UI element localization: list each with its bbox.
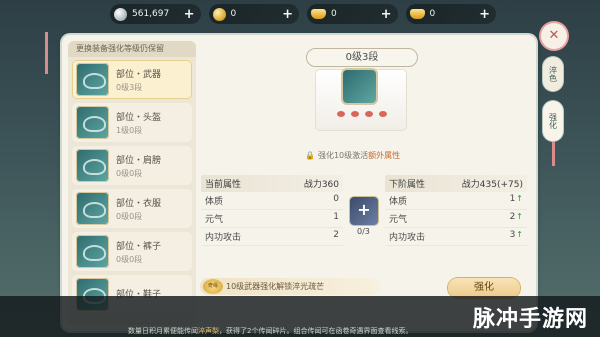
slot-name: 部位・裤子 (116, 241, 162, 252)
attr-label: 体质 (389, 197, 408, 207)
slot-clothes[interactable]: 部位・衣服 0级0段 (72, 189, 192, 228)
pants-icon (76, 235, 109, 268)
level-title: 0级3段 (306, 48, 418, 67)
attr-row: 元气 1 (201, 210, 343, 228)
attr-label: 体质 (205, 197, 224, 207)
attr-power: 战力360 (303, 180, 339, 190)
next-attributes: 下阶属性 战力435(+75) 体质 1↑ 元气 2↑ 内功攻击 3↑ (385, 175, 527, 246)
slot-level: 0级0段 (116, 211, 143, 221)
slot-name: 部位・肩膀 (116, 155, 162, 166)
currency-ingot: 0 + (307, 4, 398, 24)
tip-badge: 奇缘 (203, 279, 223, 294)
close-button[interactable]: ✕ (541, 23, 567, 49)
slot-level: 0级0段 (116, 168, 143, 178)
gem-count: 0/3 (357, 227, 370, 236)
equipment-slot-list: 更换装备强化等级仍保留 部位・武器 0级3段 部位・头盔 1级0段 部位・肩膀 … (68, 41, 196, 325)
slot-shoulder[interactable]: 部位・肩膀 0级0段 (72, 146, 192, 185)
slot-name: 部位・武器 (116, 69, 162, 80)
attr-row: 体质 0 (201, 192, 343, 210)
attr-label: 内功攻击 (389, 233, 426, 243)
currency-ingot-2: 0 + (405, 4, 496, 24)
slot-helmet[interactable]: 部位・头盔 1级0段 (72, 103, 192, 142)
current-attributes: 当前属性 战力360 体质 0 元气 1 内功攻击 2 (201, 175, 343, 246)
slot-name: 部位・头盔 (116, 112, 162, 123)
tab-dye[interactable]: 淬色 (543, 57, 563, 91)
news-ticker: 数量日积月累便能传闻淬声梨，获得了2个传闻碎片。组合传闻可在函卷奇遇界面查看线索… (128, 326, 412, 336)
currency-value: 0 (230, 9, 237, 19)
currency-value: 0 (331, 9, 337, 19)
attr-value: 3 (509, 230, 516, 240)
add-gem-slot[interactable]: + (350, 197, 378, 225)
stage-dot (351, 111, 359, 117)
attr-row: 内功攻击 3↑ (385, 228, 527, 246)
add-currency-button[interactable]: + (282, 7, 293, 22)
slot-pants[interactable]: 部位・裤子 0级0段 (72, 232, 192, 271)
add-currency-button[interactable]: + (184, 7, 195, 22)
up-arrow-icon: ↑ (516, 230, 523, 239)
stage-dots (337, 111, 387, 117)
attr-value: 1 (333, 212, 339, 222)
attr-row: 体质 1↑ (385, 192, 527, 210)
current-attr-header: 当前属性 战力360 (201, 175, 343, 192)
tab-strengthen[interactable]: 强化 (543, 101, 563, 141)
shoulder-icon (76, 149, 109, 182)
attr-row: 元气 2↑ (385, 210, 527, 228)
ticker-text: ，获得了2个传闻碎片。组合传闻可在函卷奇遇界面查看线索。 (219, 327, 413, 335)
slot-weapon[interactable]: 部位・武器 0级3段 (72, 60, 192, 99)
unlock-text: 强化10级激活 (317, 151, 369, 160)
unlock-highlight: 额外属性 (368, 151, 401, 160)
attr-value: 1 (509, 194, 516, 204)
currency-value: 561,697 (132, 9, 170, 19)
lock-icon: 🔒 (305, 151, 315, 160)
attr-value: 0 (333, 194, 339, 204)
ticker-text: 数量日积月累便能传闻 (128, 327, 198, 335)
currency-silver: 561,697 + (110, 4, 201, 24)
add-currency-button[interactable]: + (479, 7, 490, 22)
attr-row: 内功攻击 2 (201, 228, 343, 246)
attr-title: 下阶属性 (389, 180, 426, 190)
stage-dot (365, 111, 373, 117)
slot-level: 0级3段 (116, 82, 143, 92)
silver-coin-icon (114, 7, 127, 21)
clothes-icon (76, 192, 109, 225)
up-arrow-icon: ↑ (516, 194, 523, 203)
left-tassel-decoration (45, 32, 48, 74)
stage-dot (379, 111, 387, 117)
unlock-note: 🔒 强化10级激活额外属性 (305, 150, 400, 161)
slot-list-header: 更换装备强化等级仍保留 (68, 41, 196, 57)
slot-level: 0级0段 (116, 254, 143, 264)
site-watermark: 脉冲手游网 (473, 307, 589, 332)
up-arrow-icon: ↑ (516, 212, 523, 221)
add-currency-button[interactable]: + (381, 7, 392, 22)
attr-power: 战力435(+75) (461, 180, 523, 190)
attr-value: 2 (333, 230, 339, 240)
attr-label: 内功攻击 (205, 233, 242, 243)
helmet-icon (76, 106, 109, 139)
ticker-highlight: 淬声梨 (198, 327, 219, 335)
gold-ingot-icon (409, 9, 425, 19)
currency-gold: 0 + (208, 4, 299, 24)
unlock-tip: 奇缘 10级武器强化解锁淬光疏芒 (200, 278, 380, 295)
slot-level: 1级0段 (116, 125, 143, 135)
right-tassel-decoration (552, 142, 555, 166)
gold-ingot-icon (311, 9, 326, 19)
next-attr-header: 下阶属性 战力435(+75) (385, 175, 527, 192)
attr-value: 2 (509, 212, 516, 222)
currency-value: 0 (429, 9, 436, 19)
weapon-icon (76, 63, 109, 96)
gold-coin-icon (212, 7, 226, 21)
weapon-icon (343, 70, 376, 103)
slot-name: 部位・衣服 (116, 198, 162, 209)
attr-label: 元气 (205, 215, 224, 225)
attr-label: 元气 (389, 215, 408, 225)
currency-bar: 561,697 + 0 + 0 + 0 + (110, 4, 496, 26)
strengthen-button[interactable]: 强化 (448, 278, 520, 298)
stage-dot (337, 111, 345, 117)
tip-text: 10级武器强化解锁淬光疏芒 (226, 282, 325, 291)
attr-title: 当前属性 (205, 180, 242, 190)
